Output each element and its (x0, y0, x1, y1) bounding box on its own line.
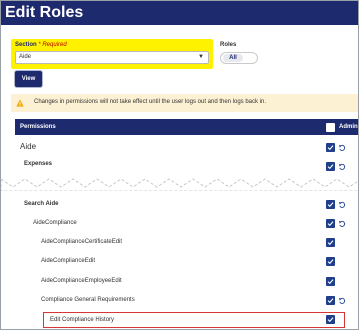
permission-label: Search Aide (24, 201, 59, 207)
warning-icon (16, 99, 24, 107)
permission-checkbox[interactable] (326, 162, 335, 171)
permission-row: Compliance General Requirements (15, 297, 358, 309)
permission-label: Edit Compliance History (50, 317, 115, 323)
section-selected-value: Aide (19, 54, 32, 60)
permission-label: Expenses (24, 161, 53, 167)
view-button[interactable]: View (15, 71, 42, 87)
permission-row: Expenses (15, 161, 358, 173)
chevron-down-icon: ▼ (198, 54, 204, 60)
permission-checkbox[interactable] (326, 238, 335, 247)
permission-row: AideCompliance (15, 220, 358, 232)
permission-label: AideComplianceEdit (41, 258, 96, 264)
warning-banner: Changes in permissions will not take eff… (11, 94, 358, 112)
permissions-header: Permissions Admin (15, 119, 358, 135)
permission-label: AideComplianceCertificateEdit (41, 239, 123, 245)
permissions-header-label: Permissions (20, 124, 56, 130)
permission-label: Aide (20, 142, 37, 151)
required-marker: * Required (38, 42, 67, 48)
permission-label: AideComplianceEmployeeEdit (41, 278, 122, 284)
section-label: Section * Required (15, 42, 67, 48)
highlighted-permission-row: Edit Compliance History (43, 312, 345, 328)
edit-roles-window: Edit Roles Section * Required Aide ▼ Rol… (0, 0, 359, 330)
roles-label: Roles (220, 42, 237, 48)
page-title: Edit Roles (5, 4, 84, 21)
permission-checkbox[interactable] (326, 143, 335, 152)
undo-icon[interactable] (338, 297, 346, 305)
permission-row: AideComplianceEdit (15, 258, 358, 270)
undo-icon[interactable] (338, 201, 346, 209)
page-header: Edit Roles (1, 1, 358, 25)
screenshot-tear-divider (1, 178, 358, 191)
permission-checkbox[interactable] (326, 200, 335, 209)
permission-row: AideComplianceEmployeeEdit (15, 278, 358, 290)
permission-checkbox[interactable] (326, 277, 335, 286)
warning-text: Changes in permissions will not take eff… (34, 99, 267, 105)
admin-select-all-checkbox[interactable] (326, 123, 335, 132)
permission-checkbox[interactable] (326, 257, 335, 266)
undo-icon[interactable] (338, 163, 346, 171)
permission-label: Compliance General Requirements (41, 297, 135, 303)
permission-checkbox[interactable] (326, 219, 335, 228)
roles-toggle-all[interactable]: All (223, 54, 243, 62)
section-select[interactable]: Aide ▼ (15, 51, 209, 64)
permission-row: Search Aide (15, 201, 358, 213)
permission-row: AideComplianceCertificateEdit (15, 239, 358, 251)
undo-icon[interactable] (338, 220, 346, 228)
permission-row: Aide (15, 142, 358, 154)
permission-checkbox[interactable] (326, 296, 335, 305)
undo-icon[interactable] (338, 144, 346, 152)
admin-column-label: Admin (339, 124, 358, 130)
roles-toggle[interactable]: All (220, 52, 258, 64)
permission-checkbox[interactable] (326, 315, 335, 324)
permission-label: AideCompliance (33, 220, 77, 226)
